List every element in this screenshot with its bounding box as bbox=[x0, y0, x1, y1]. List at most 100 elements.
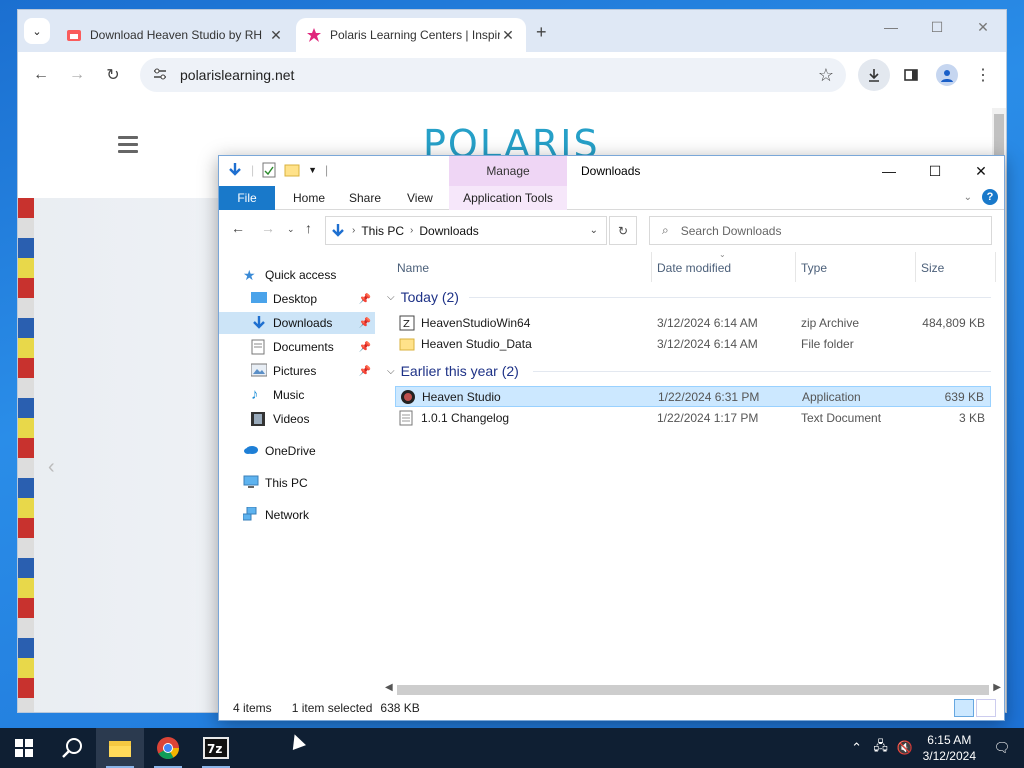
nav-network[interactable]: Network bbox=[219, 504, 375, 526]
taskbar: 7z ⌃ 🖧 🔇 6:15 AM 3/12/2024 🗨 bbox=[0, 728, 1024, 768]
properties-icon[interactable] bbox=[262, 162, 276, 178]
forward-icon[interactable]: → bbox=[261, 220, 275, 236]
reload-icon[interactable]: ↻ bbox=[98, 60, 128, 90]
chrome-tab-strip: ⌄ Download Heaven Studio by RH ✕ Polaris… bbox=[18, 10, 1006, 52]
tab-search-button[interactable]: ⌄ bbox=[24, 18, 50, 44]
chevron-up-icon[interactable]: ⌃ bbox=[847, 740, 867, 756]
recent-locations-icon[interactable]: ⌄ bbox=[287, 224, 295, 235]
chevron-down-icon: ⌵ bbox=[387, 365, 395, 377]
tab-heaven-studio[interactable]: Download Heaven Studio by RH ✕ bbox=[56, 18, 294, 52]
address-row: ← → ⌄ ↑ › This PC › Downloads ⌄ ↻ ⌕ Sear… bbox=[219, 210, 1004, 250]
file-list: Name Date modified ⌄ Type Size ⌵ Today (… bbox=[383, 250, 1005, 682]
details-view-icon[interactable] bbox=[954, 699, 974, 717]
new-folder-icon[interactable] bbox=[284, 162, 300, 178]
tab-view[interactable]: View bbox=[395, 186, 445, 210]
pin-icon[interactable]: 📌 bbox=[359, 294, 371, 305]
close-icon[interactable]: ✕ bbox=[958, 156, 1004, 186]
search-button[interactable] bbox=[48, 728, 96, 768]
hero-image-edge bbox=[18, 198, 34, 712]
nav-documents[interactable]: Documents 📌 bbox=[219, 336, 375, 358]
tab-file[interactable]: File bbox=[219, 186, 275, 210]
start-button[interactable] bbox=[0, 728, 48, 768]
close-tab-icon[interactable]: ✕ bbox=[500, 27, 516, 44]
scroll-left-icon[interactable]: ◀ bbox=[385, 682, 393, 693]
new-tab-icon[interactable]: + bbox=[536, 22, 547, 43]
chevron-down-icon[interactable]: ⌄ bbox=[590, 225, 598, 236]
nav-desktop[interactable]: Desktop 📌 bbox=[219, 288, 375, 310]
breadcrumb-this-pc[interactable]: This PC bbox=[361, 224, 404, 238]
group-today[interactable]: ⌵ Today (2) bbox=[387, 286, 459, 308]
search-placeholder: Search Downloads bbox=[680, 223, 782, 238]
downloads-folder-icon bbox=[332, 223, 344, 237]
expand-ribbon-icon[interactable]: ⌄ bbox=[964, 192, 972, 203]
tab-polaris[interactable]: Polaris Learning Centers | Inspir ✕ bbox=[296, 18, 526, 52]
address-bar[interactable]: polarislearning.net ☆ bbox=[140, 58, 846, 92]
qat-dropdown-icon[interactable]: ▼ bbox=[308, 165, 317, 175]
carousel-prev-icon[interactable]: ‹ bbox=[48, 456, 55, 479]
maximize-icon[interactable]: ☐ bbox=[914, 10, 960, 44]
column-size[interactable]: Size bbox=[921, 258, 944, 278]
close-icon[interactable]: ✕ bbox=[960, 10, 1006, 44]
file-row[interactable]: Z HeavenStudioWin64 3/12/2024 6:14 AM zip… bbox=[395, 312, 991, 333]
site-info-icon[interactable] bbox=[152, 67, 168, 84]
minimize-icon[interactable]: — bbox=[868, 10, 914, 44]
explorer-titlebar: | ▼ | Manage Downloads — ☐ ✕ bbox=[219, 156, 1004, 186]
breadcrumb[interactable]: › This PC › Downloads ⌄ bbox=[325, 216, 607, 245]
column-date-modified[interactable]: Date modified bbox=[657, 258, 731, 278]
pictures-icon bbox=[250, 363, 268, 379]
column-type[interactable]: Type bbox=[801, 258, 827, 278]
close-tab-icon[interactable]: ✕ bbox=[268, 27, 284, 44]
hamburger-menu-icon[interactable] bbox=[118, 136, 138, 157]
taskbar-chrome[interactable] bbox=[144, 728, 192, 768]
help-icon[interactable]: ? bbox=[982, 189, 998, 205]
pin-icon[interactable]: 📌 bbox=[359, 318, 371, 329]
taskbar-7zip[interactable]: 7z bbox=[192, 728, 240, 768]
download-icon[interactable] bbox=[858, 59, 890, 91]
tab-home[interactable]: Home bbox=[281, 186, 337, 210]
nav-videos[interactable]: Videos bbox=[219, 408, 375, 430]
nav-downloads[interactable]: Downloads 📌 bbox=[219, 312, 375, 334]
group-earlier-this-year[interactable]: ⌵ Earlier this year (2) bbox=[387, 360, 519, 382]
search-input[interactable]: ⌕ Search Downloads bbox=[649, 216, 992, 245]
bookmark-star-icon[interactable]: ☆ bbox=[818, 65, 834, 86]
file-row-selected[interactable]: Heaven Studio 1/22/2024 6:31 PM Applicat… bbox=[395, 386, 991, 407]
pin-icon[interactable]: 📌 bbox=[359, 366, 371, 377]
clock[interactable]: 6:15 AM 3/12/2024 bbox=[923, 732, 976, 764]
chrome-icon bbox=[157, 737, 179, 759]
nav-pictures[interactable]: Pictures 📌 bbox=[219, 360, 375, 382]
pin-icon[interactable]: 📌 bbox=[359, 342, 371, 353]
up-icon[interactable]: ↑ bbox=[305, 220, 312, 236]
menu-kebab-icon[interactable]: ⋮ bbox=[968, 60, 998, 90]
taskbar-file-explorer[interactable] bbox=[96, 728, 144, 768]
tab-share[interactable]: Share bbox=[337, 186, 393, 210]
nav-this-pc[interactable]: This PC bbox=[219, 472, 375, 494]
tab-application-tools[interactable]: Application Tools bbox=[449, 186, 567, 210]
horizontal-scrollbar[interactable]: ◀ ▶ bbox=[383, 681, 1003, 697]
itch-favicon-icon bbox=[66, 27, 82, 43]
back-icon[interactable]: ← bbox=[231, 220, 245, 236]
nav-music[interactable]: ♪ Music bbox=[219, 384, 375, 406]
refresh-icon[interactable]: ↻ bbox=[609, 216, 637, 245]
network-status-icon[interactable]: 🖧 bbox=[871, 737, 891, 759]
search-icon bbox=[62, 738, 82, 758]
nav-onedrive[interactable]: OneDrive bbox=[219, 440, 375, 462]
forward-icon[interactable]: → bbox=[62, 60, 92, 90]
manage-tab[interactable]: Manage bbox=[449, 156, 567, 186]
network-icon bbox=[242, 506, 259, 523]
nav-quick-access[interactable]: ★ Quick access bbox=[219, 264, 375, 286]
windows-logo-icon bbox=[15, 739, 33, 757]
scroll-right-icon[interactable]: ▶ bbox=[993, 682, 1001, 693]
profile-icon[interactable] bbox=[932, 60, 962, 90]
side-panel-icon[interactable] bbox=[896, 60, 926, 90]
maximize-icon[interactable]: ☐ bbox=[912, 156, 958, 186]
file-row[interactable]: 1.0.1 Changelog 1/22/2024 1:17 PM Text D… bbox=[395, 407, 991, 428]
back-icon[interactable]: ← bbox=[26, 60, 56, 90]
search-icon: ⌕ bbox=[662, 223, 669, 237]
breadcrumb-downloads[interactable]: Downloads bbox=[419, 224, 478, 238]
column-name[interactable]: Name bbox=[397, 258, 429, 278]
file-row[interactable]: Heaven Studio_Data 3/12/2024 6:14 AM Fil… bbox=[395, 333, 991, 354]
minimize-icon[interactable]: — bbox=[866, 156, 912, 186]
large-icons-view-icon[interactable] bbox=[976, 699, 996, 717]
notifications-icon[interactable]: 🗨 bbox=[992, 740, 1012, 756]
volume-muted-icon[interactable]: 🔇 bbox=[895, 740, 915, 756]
